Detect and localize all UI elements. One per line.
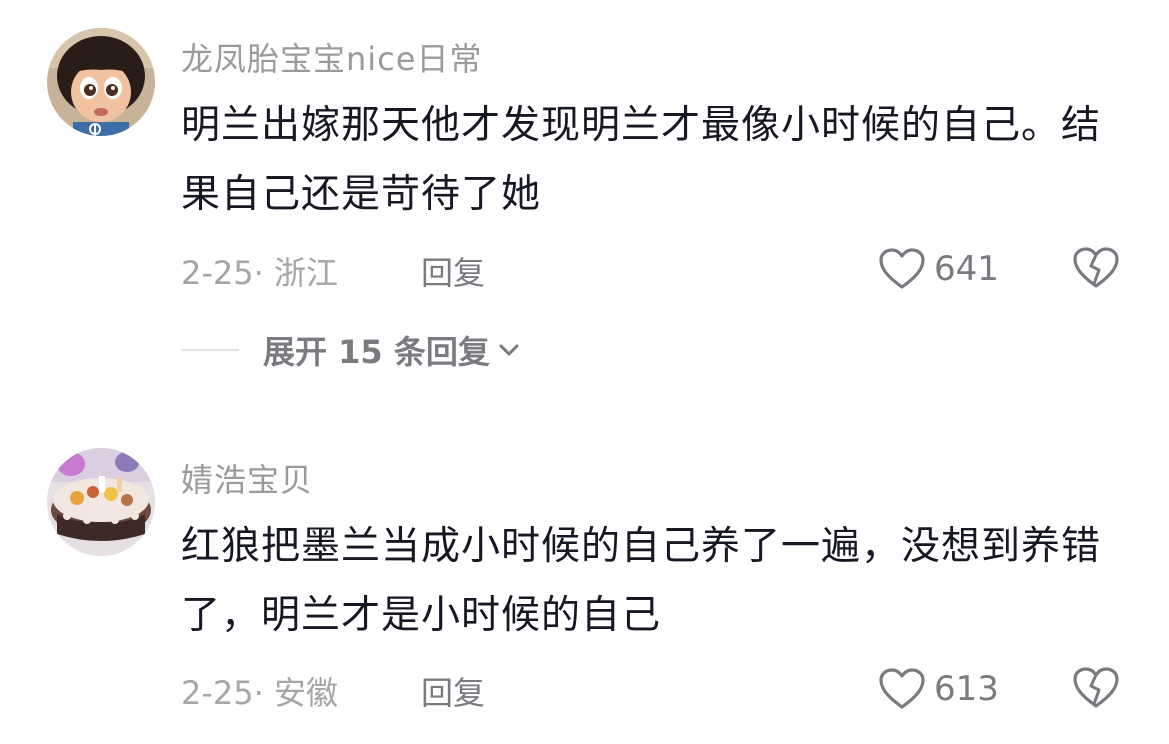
expand-replies-label: 展开 15 条回复 <box>263 333 490 371</box>
comment-actions: 2-25· 安徽 回复 613 <box>0 664 1169 714</box>
broken-heart-icon <box>1073 667 1119 708</box>
comment-text: 明兰出嫁那天他才发现明兰才最像小时候的自己。结果自己还是苛待了她 <box>181 103 1102 217</box>
expand-replies-button[interactable]: 展开 15 条回复 <box>181 325 520 375</box>
username[interactable]: 龙凤胎宝宝nice日常 <box>181 34 482 80</box>
comment-date-location: 2-25· 浙江 <box>181 254 338 292</box>
dislike-button[interactable] <box>1072 666 1120 714</box>
like-count: 613 <box>934 669 999 709</box>
comment-actions: 2-25· 浙江 回复 641 <box>0 244 1169 294</box>
broken-heart-icon <box>1073 247 1119 288</box>
comment-text: 红狼把墨兰当成小时候的自己养了一遍，没想到养错了，明兰才是小时候的自己 <box>181 524 1102 638</box>
username[interactable]: 婧浩宝贝 <box>181 455 313 501</box>
like-count: 641 <box>934 249 999 289</box>
reply-button[interactable]: 回复 <box>421 668 485 714</box>
divider <box>181 349 239 351</box>
dislike-button[interactable] <box>1072 246 1120 294</box>
comment-date-location: 2-25· 安徽 <box>181 674 338 712</box>
like-button[interactable]: 641 <box>878 244 999 294</box>
cartoon-girl-avatar-icon <box>47 28 155 136</box>
comment-item: 龙凤胎宝宝nice日常 明兰出嫁那天他才发现明兰才最像小时候的自己。结果自己还是… <box>0 0 1169 400</box>
chevron-down-icon <box>499 344 519 356</box>
heart-outline-icon <box>879 248 925 289</box>
reply-button[interactable]: 回复 <box>421 248 485 294</box>
avatar[interactable] <box>47 28 155 136</box>
like-button[interactable]: 613 <box>878 664 999 714</box>
birthday-cake-avatar-icon <box>47 448 155 556</box>
avatar[interactable] <box>47 448 155 556</box>
heart-outline-icon <box>879 668 925 709</box>
comment-item: 婧浩宝贝 红狼把墨兰当成小时候的自己养了一遍，没想到养错了，明兰才是小时候的自己… <box>0 430 1169 744</box>
